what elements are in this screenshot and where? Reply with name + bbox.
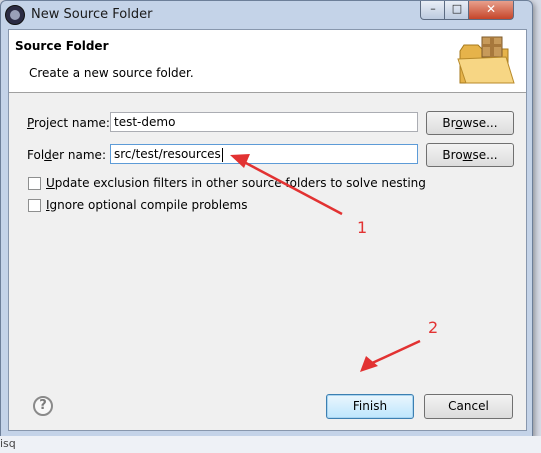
annotation-arrow-1 bbox=[243, 160, 343, 216]
annotation-label-1: 1 bbox=[357, 218, 368, 237]
annotation-arrow-2 bbox=[369, 339, 421, 366]
annotation-arrowhead-2 bbox=[360, 356, 378, 372]
annotation-label-2: 2 bbox=[428, 318, 439, 337]
annotation-arrowhead-1 bbox=[230, 154, 250, 168]
annotation-arrows bbox=[230, 154, 421, 372]
